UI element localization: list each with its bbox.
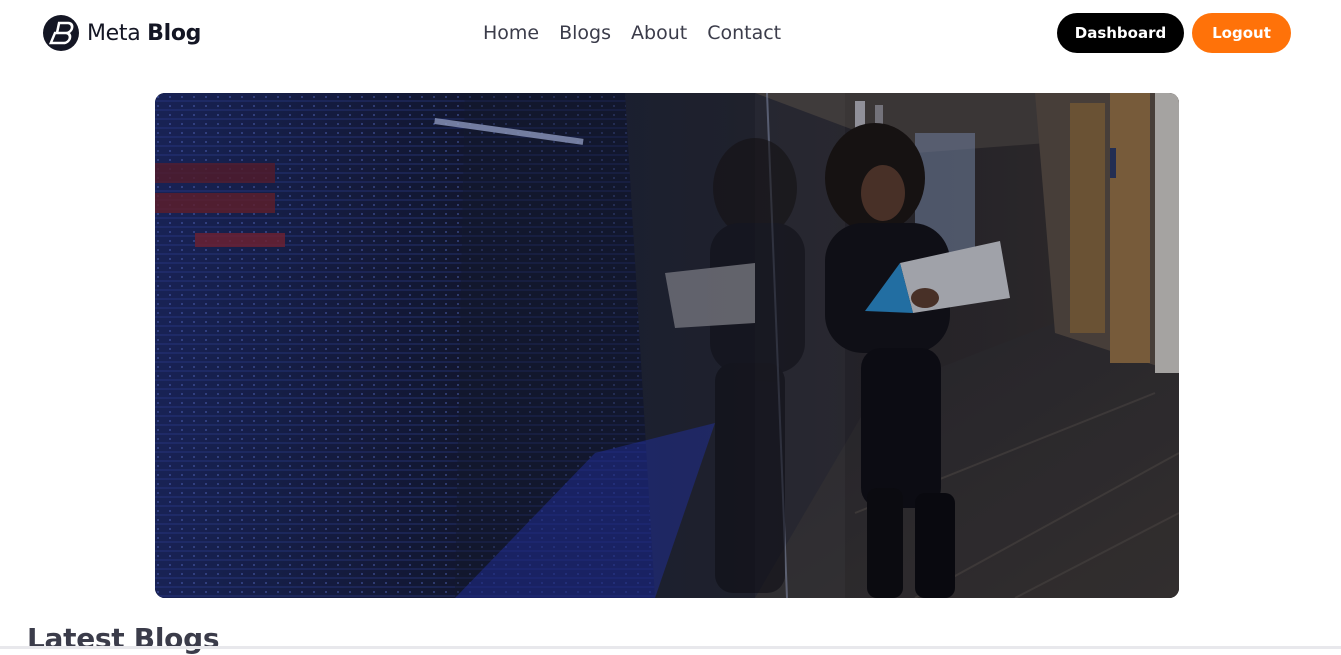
nav-home-link[interactable]: Home: [483, 20, 539, 46]
brand-logo[interactable]: Meta Blog: [42, 14, 201, 52]
brand-name: Meta Blog: [87, 20, 202, 46]
logout-button[interactable]: Logout: [1192, 13, 1291, 53]
meta-blog-logo-icon: [43, 15, 79, 51]
nav-blogs-link[interactable]: Blogs: [559, 20, 611, 46]
latest-blogs-heading: Latest Blogs: [27, 622, 220, 655]
nav-contact-link[interactable]: Contact: [707, 20, 781, 46]
hero-illustration: [155, 93, 1179, 598]
nav-about-link[interactable]: About: [631, 20, 687, 46]
hero-image: [155, 93, 1179, 598]
dashboard-button[interactable]: Dashboard: [1057, 13, 1184, 53]
site-header: Meta Blog Home Blogs About Contact Dashb…: [0, 0, 1341, 68]
main-nav: Home Blogs About Contact: [483, 20, 781, 46]
